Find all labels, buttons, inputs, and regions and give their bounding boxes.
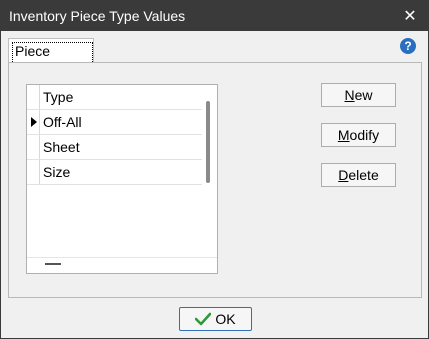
modify-button-label: odify	[349, 127, 380, 143]
grid-cell-type[interactable]: Size	[43, 164, 70, 180]
new-button[interactable]: New	[321, 83, 396, 107]
grid-cell-type[interactable]: Off-All	[43, 114, 82, 130]
row-indicator	[27, 160, 40, 184]
row-indicator	[27, 110, 40, 134]
title-bar: Inventory Piece Type Values ✕	[1, 1, 428, 31]
scrollbar-thumb-icon	[45, 263, 61, 265]
horizontal-scrollbar[interactable]	[27, 257, 217, 273]
modify-button-mnemonic: M	[337, 127, 350, 143]
modify-button[interactable]: Modify	[321, 123, 396, 147]
dialog-window: Inventory Piece Type Values ✕ Piece Type…	[0, 0, 429, 339]
new-button-label: ew	[354, 87, 373, 103]
window-title: Inventory Piece Type Values	[9, 8, 186, 24]
ok-button-label: OK	[215, 311, 236, 327]
arrow-right-icon	[31, 117, 37, 127]
delete-button-mnemonic: D	[338, 167, 349, 183]
new-button-mnemonic: N	[344, 87, 355, 103]
checkmark-icon	[195, 312, 212, 326]
help-icon[interactable]: ?	[400, 38, 416, 54]
grid-cell-type[interactable]: Sheet	[43, 139, 80, 155]
delete-button-label: elete	[348, 167, 379, 183]
grid-row[interactable]: Off-All	[27, 110, 202, 135]
grid-row[interactable]: Size	[27, 160, 202, 185]
grid-header-row: Type	[27, 85, 202, 110]
delete-button[interactable]: Delete	[321, 163, 396, 187]
piece-type-grid[interactable]: Type Off-All Sheet Size	[26, 84, 218, 274]
close-icon: ✕	[403, 8, 417, 25]
grid-header-type[interactable]: Type	[43, 89, 73, 105]
grid-row[interactable]: Sheet	[27, 135, 202, 160]
grid-header-indicator	[27, 85, 40, 109]
close-button[interactable]: ✕	[392, 1, 428, 31]
ok-button[interactable]: OK	[179, 307, 252, 331]
tab-piece-types[interactable]: Piece Types	[8, 38, 94, 76]
row-indicator	[27, 135, 40, 159]
tab-panel: Type Off-All Sheet Size New M odify D el…	[8, 62, 422, 298]
vertical-scrollbar-thumb[interactable]	[206, 101, 210, 183]
